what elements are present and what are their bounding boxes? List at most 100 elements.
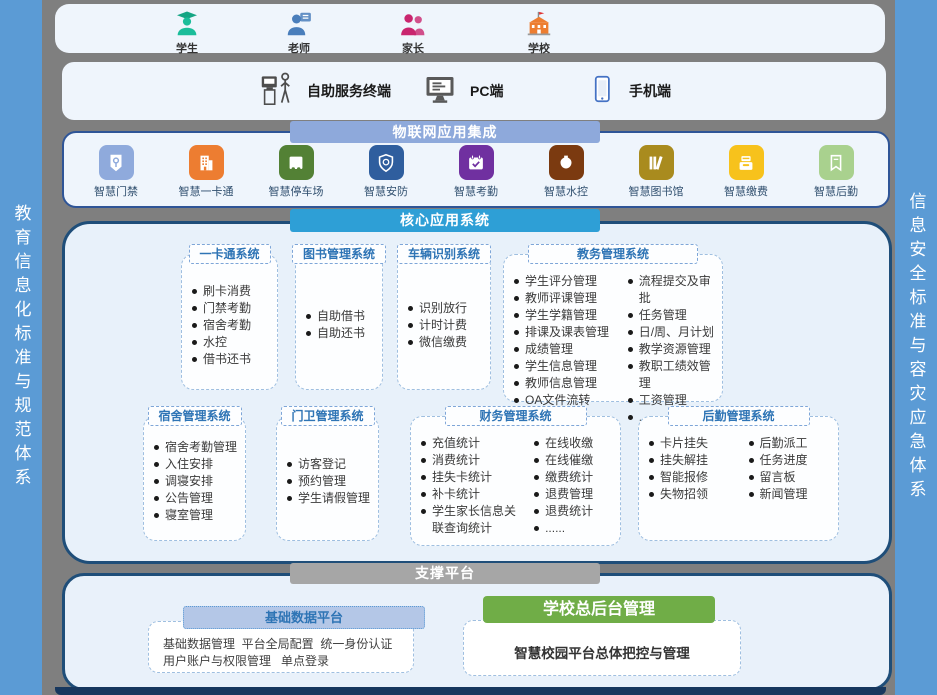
list-item: ......: [534, 520, 620, 537]
iot-item-logistics: 智慧后勤: [798, 145, 874, 199]
list-item: 入住安排: [154, 456, 239, 473]
iot-label: 智慧水控: [544, 183, 588, 199]
system-box-logistics: 后勤管理系统 卡片挂失挂失解挂智能报修失物招领 后勤派工任务进度留言板新闻管理: [638, 416, 839, 541]
list-item: 预约管理: [287, 473, 372, 490]
iot-section-header: 物联网应用集成: [290, 121, 600, 143]
list-item: 借书还书: [192, 351, 271, 368]
list-item: 访客登记: [287, 456, 372, 473]
list-item: 自助借书: [306, 308, 376, 325]
list-item: 挂失卡统计: [421, 469, 524, 486]
list-item: 补卡统计: [421, 486, 524, 503]
user-label: 家长: [402, 40, 424, 56]
user-group-teacher: 老师: [267, 9, 331, 56]
school-admin-desc: 智慧校园平台总体把控与管理: [514, 634, 690, 662]
left-sidebar-label: 教育信息化标准与规范体系: [13, 204, 30, 492]
list-item: 缴费统计: [534, 469, 620, 486]
list-item: 学生评分管理: [514, 273, 618, 290]
list-item: 寝室管理: [154, 507, 239, 524]
list-item: 充值统计: [421, 435, 524, 452]
school-admin-box: 智慧校园平台总体把控与管理: [463, 620, 741, 676]
iot-item-payment: 智慧缴费: [708, 145, 784, 199]
list-item: 调寝安排: [154, 473, 239, 490]
support-platform-panel: 基础数据平台 基础数据管理 平台全局配置 统一身份认证 用户账户与权限管理 单点…: [62, 573, 892, 691]
system-box-title: 一卡通系统: [188, 244, 270, 264]
list-item: 退费统计: [534, 503, 620, 520]
system-item-list: 自助借书自助还书: [296, 255, 382, 389]
attendance-icon: [459, 145, 494, 180]
system-box-title: 后勤管理系统: [667, 406, 809, 426]
list-item: 自助还书: [306, 325, 376, 342]
system-box-title: 宿舍管理系统: [147, 406, 241, 426]
library-icon: [639, 145, 674, 180]
list-item: 宿舍考勤管理: [154, 439, 239, 456]
user-group-parents: 家长: [381, 9, 445, 56]
right-sidebar-label: 信息安全标准与容灾应急体系: [908, 192, 925, 504]
water-icon: [549, 145, 584, 180]
list-item: 卡片挂失: [649, 435, 739, 452]
list-item: 在线催缴: [534, 452, 620, 469]
logistics-icon: [819, 145, 854, 180]
iot-item-library: 智慧图书馆: [618, 145, 694, 199]
iot-item-water: 智慧水控: [528, 145, 604, 199]
parents-icon: [398, 9, 428, 39]
access-terminals-panel: 自助服务终端 PC端 手机端: [62, 62, 886, 120]
system-box-title: 车辆识别系统: [397, 244, 491, 264]
onecard-icon: [189, 145, 224, 180]
iot-item-attendance: 智慧考勤: [438, 145, 514, 199]
list-item: 公告管理: [154, 490, 239, 507]
terminal-label: PC端: [470, 81, 503, 101]
system-item-list: 宿舍考勤管理入住安排调寝安排公告管理寝室管理: [144, 417, 245, 540]
core-section-header: 核心应用系统: [290, 209, 600, 232]
user-label: 学生: [176, 40, 198, 56]
iot-label: 智慧一卡通: [179, 183, 234, 199]
list-item: 日/周、月计划: [628, 324, 722, 341]
user-roles-panel: 学生 老师 家长 学校: [55, 4, 885, 53]
user-label: 老师: [288, 40, 310, 56]
core-applications-panel: 一卡通系统 刷卡消费门禁考勤宿舍考勤水控借书还书 图书管理系统 自助借书自助还书…: [62, 221, 892, 564]
terminal-group-mobile: 手机端: [587, 62, 671, 120]
iot-items-row: 智慧门禁 智慧一卡通 智慧停车场 智慧安防 智慧考勤: [78, 145, 874, 199]
teacher-icon: [284, 9, 314, 39]
right-security-sidebar: 信息安全标准与容灾应急体系: [895, 0, 937, 695]
iot-label: 智慧停车场: [269, 183, 324, 199]
user-group-school: 学校: [507, 9, 571, 56]
list-item: 退费管理: [534, 486, 620, 503]
system-box-academic: 教务管理系统 学生评分管理教师评课管理学生学籍管理排课及课表管理成绩管理学生信息…: [503, 254, 723, 402]
terminal-group-pc: PC端: [422, 62, 503, 120]
basic-data-platform-tab: 基础数据平台: [183, 606, 425, 629]
list-item: 教师评课管理: [514, 290, 618, 307]
list-item: 学生学籍管理: [514, 307, 618, 324]
system-item-list: 刷卡消费门禁考勤宿舍考勤水控借书还书: [182, 255, 277, 389]
list-item: 留言板: [749, 469, 839, 486]
system-box-library: 图书管理系统 自助借书自助还书: [295, 254, 383, 390]
terminal-group-kiosk: 自助服务终端: [257, 62, 391, 120]
list-item: 识别放行: [408, 300, 484, 317]
system-item-list: 识别放行计时计费微信缴费: [398, 255, 490, 389]
iot-item-access: 智慧门禁: [78, 145, 154, 199]
user-group-student: 学生: [155, 9, 219, 56]
system-box-title: 教务管理系统: [528, 244, 698, 264]
iot-label: 智慧后勤: [814, 183, 858, 199]
system-box-vehicle: 车辆识别系统 识别放行计时计费微信缴费: [397, 254, 491, 390]
list-item: 微信缴费: [408, 334, 484, 351]
parking-icon: [279, 145, 314, 180]
bottom-border-strip: [55, 687, 886, 695]
system-item-list: 在线收缴在线催缴缴费统计退费管理退费统计......: [524, 417, 620, 545]
list-item: 失物招领: [649, 486, 739, 503]
basic-platform-line: 用户账户与权限管理 单点登录: [163, 653, 403, 670]
list-item: 任务管理: [628, 307, 722, 324]
system-box-title: 财务管理系统: [444, 406, 586, 426]
list-item: 成绩管理: [514, 341, 618, 358]
list-item: 宿舍考勤: [192, 317, 271, 334]
system-box-title: 图书管理系统: [292, 244, 386, 264]
iot-item-security: 智慧安防: [348, 145, 424, 199]
list-item: 学生请假管理: [287, 490, 372, 507]
system-item-list: 访客登记预约管理学生请假管理: [277, 417, 378, 540]
iot-item-onecard: 智慧一卡通: [168, 145, 244, 199]
list-item: 学生信息管理: [514, 358, 618, 375]
iot-label: 智慧考勤: [454, 183, 498, 199]
school-icon: [524, 9, 554, 39]
left-standards-sidebar: 教育信息化标准与规范体系: [0, 0, 42, 695]
list-item: 在线收缴: [534, 435, 620, 452]
kiosk-icon: [257, 68, 295, 115]
